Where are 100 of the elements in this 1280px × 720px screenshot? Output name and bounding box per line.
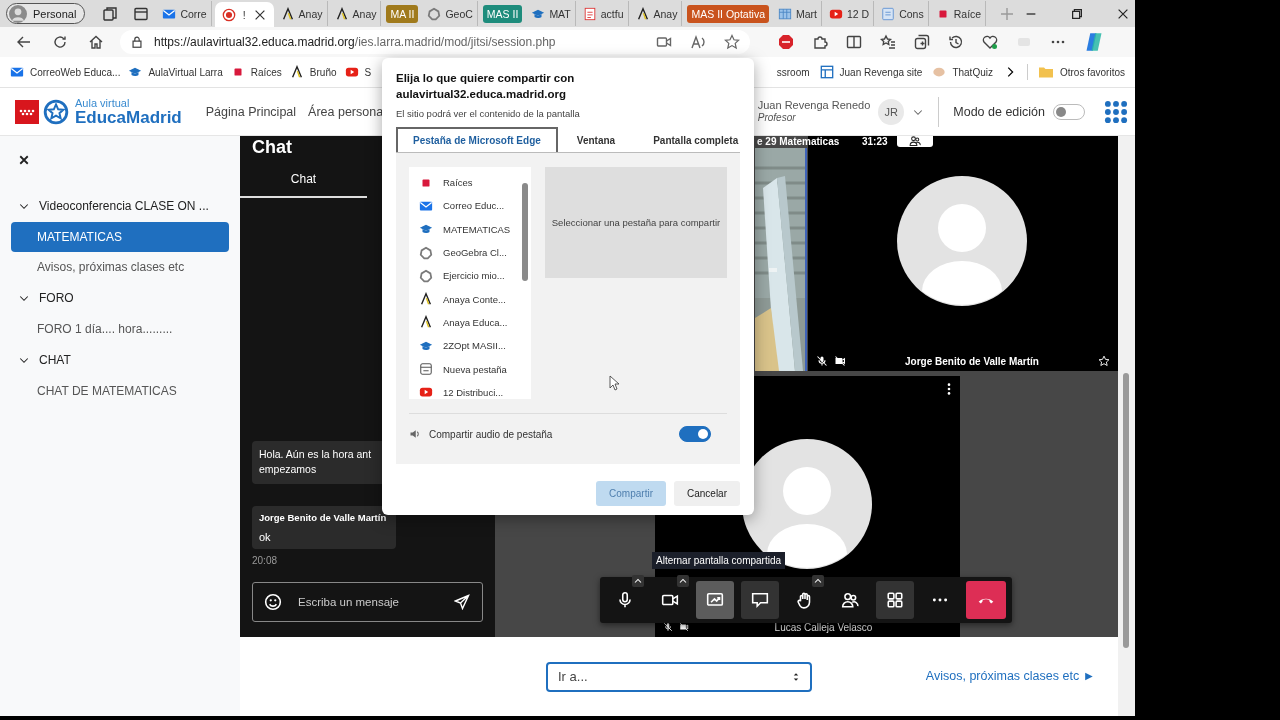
nav-link[interactable]: Página Principal <box>205 104 297 119</box>
browser-tab[interactable]: Raíce <box>931 1 987 26</box>
tab-option[interactable]: Ejercicio mio... <box>419 264 520 288</box>
favorite-link[interactable]: Juan Revenga site <box>819 65 923 79</box>
favorite-link[interactable]: Raíces <box>230 65 282 79</box>
tab-layout-icon[interactable] <box>133 5 150 22</box>
section-toggle[interactable]: FORO <box>11 282 229 314</box>
section-toggle[interactable]: Videoconferencia CLASE ON ... <box>11 190 229 222</box>
document-icon <box>582 6 597 21</box>
cancel-button[interactable]: Cancelar <box>673 481 740 506</box>
tab-option[interactable]: Raíces <box>419 171 520 195</box>
tile-view-icon[interactable] <box>876 581 914 619</box>
split-screen-icon[interactable] <box>846 34 862 50</box>
caret-up-icon[interactable] <box>812 575 824 587</box>
browser-tab[interactable]: Anay <box>330 1 382 26</box>
sidebar-item[interactable]: Avisos, próximas clases etc <box>11 252 229 282</box>
chat-bubble-icon[interactable] <box>741 581 779 619</box>
close-icon[interactable] <box>18 154 30 166</box>
message-field[interactable]: Escriba un mensaje <box>252 582 483 622</box>
edit-mode-switch[interactable] <box>1053 103 1085 120</box>
stacked-pages-icon[interactable] <box>102 5 119 22</box>
user-role: Profesor <box>757 112 797 124</box>
send-icon[interactable] <box>454 594 470 610</box>
sidebar-item[interactable]: MATEMATICAS <box>11 222 229 252</box>
browser-tab[interactable]: actfu <box>578 1 629 26</box>
nav-link[interactable]: Área persona <box>308 104 384 119</box>
graduation-cap-icon <box>128 65 143 79</box>
favorites-icon[interactable] <box>880 34 896 50</box>
scrollbar[interactable] <box>1118 136 1135 716</box>
collections-icon[interactable] <box>914 34 930 50</box>
restore-icon[interactable] <box>1070 6 1085 21</box>
address-field[interactable]: https://aulavirtual32.educa.madrid.org/ies.larra.madrid/mod/jitsi/session.php <box>120 30 750 54</box>
read-aloud-icon[interactable] <box>690 34 706 50</box>
peak-icon <box>419 315 433 330</box>
form-icon <box>881 6 896 21</box>
browser-tab[interactable]: Cons <box>877 1 929 26</box>
back-arrow-icon[interactable] <box>16 34 32 50</box>
ring-icon <box>427 6 442 21</box>
tab-group-label[interactable]: MA II <box>386 4 419 23</box>
play-icon <box>344 65 359 79</box>
tab-group-label[interactable]: MAS II Optativa <box>687 4 769 23</box>
reload-icon[interactable] <box>52 34 68 50</box>
favorite-link[interactable]: CorreoWeb Educa... <box>10 65 121 79</box>
participant-name: Jorge Benito de Valle Martín <box>904 355 1040 367</box>
browser-tab[interactable]: Mart <box>774 1 822 26</box>
star-icon[interactable] <box>724 34 740 50</box>
chat-tab[interactable]: Chat <box>240 164 367 198</box>
caret-up-icon[interactable] <box>632 575 644 587</box>
section-toggle[interactable]: CHAT <box>11 344 229 376</box>
participants-badge[interactable] <box>897 136 933 147</box>
participant-name: Lucas Calleja Velasco <box>773 621 874 633</box>
star-emblem <box>43 98 69 125</box>
tab-option[interactable]: Anaya Conte... <box>419 287 520 311</box>
browser-tab[interactable]: GeoC <box>423 1 478 26</box>
chat-title: Chat <box>251 136 293 159</box>
audio-switch[interactable] <box>679 426 711 442</box>
next-activity-link[interactable]: Avisos, próximas clases etc ► <box>925 668 1095 683</box>
stop-sign-icon[interactable] <box>778 34 794 50</box>
people-icon <box>909 136 921 147</box>
heart-pulse-icon[interactable] <box>982 34 998 50</box>
browser-tab[interactable]: Anay <box>276 1 328 26</box>
favorite-link[interactable]: S <box>344 65 372 79</box>
browser-tab[interactable]: ! <box>214 2 274 27</box>
caret-up-icon[interactable] <box>677 575 689 587</box>
copilot-icon[interactable] <box>1084 32 1104 52</box>
browser-tab[interactable]: MAT <box>527 1 576 26</box>
favorite-link[interactable]: ssroom <box>776 66 810 78</box>
tab-group-label[interactable]: MAS II <box>482 4 523 23</box>
favorite-link[interactable]: AulaVirtual Larra <box>128 65 223 79</box>
brand-tagline: Aula virtual <box>75 97 131 109</box>
sidebar-item[interactable]: FORO 1 día.... hora......... <box>11 314 229 344</box>
tab-option[interactable]: Nueva pestaña <box>419 357 520 381</box>
tab-option[interactable]: Correo Educ... <box>419 194 520 218</box>
emoji-icon[interactable] <box>264 593 282 611</box>
speaker-icon <box>409 428 421 440</box>
screen-share-icon[interactable] <box>696 581 734 619</box>
browser-tab[interactable]: Corre <box>158 1 212 26</box>
page-icon <box>419 362 433 376</box>
browser-tab[interactable]: Anay <box>631 1 683 26</box>
tab-option[interactable]: GeoGebra Cl... <box>419 240 520 265</box>
source-tab[interactable]: Pantalla completa <box>634 127 758 152</box>
source-tab[interactable]: Ventana <box>557 127 635 152</box>
app-grid-icon[interactable] <box>1103 98 1129 125</box>
tab-option[interactable]: MATEMATICAS <box>419 217 520 241</box>
favorite-link[interactable]: ThatQuiz <box>932 65 993 79</box>
user-avatar[interactable]: JR <box>878 98 905 125</box>
peak-icon <box>280 6 295 21</box>
tab-option[interactable]: 2ZOpt MASII... <box>419 334 520 358</box>
flag-logo <box>15 99 39 124</box>
tab-option[interactable]: Anaya Educa... <box>419 310 520 335</box>
home-icon[interactable] <box>88 34 104 50</box>
puzzle-icon[interactable] <box>812 34 828 50</box>
history-icon[interactable] <box>948 34 964 50</box>
jump-to-select[interactable]: Ir a... <box>546 661 812 692</box>
tab-option[interactable]: 12 Distribuci... <box>419 380 520 399</box>
favorite-link[interactable]: Bruño <box>289 65 337 79</box>
favorites-folder[interactable]: Otros favoritos <box>1037 64 1125 80</box>
sidebar-item[interactable]: CHAT DE MATEMATICAS <box>11 376 229 406</box>
browser-tab[interactable]: 12 D <box>825 1 875 26</box>
profile-button[interactable]: Personal <box>6 3 86 24</box>
